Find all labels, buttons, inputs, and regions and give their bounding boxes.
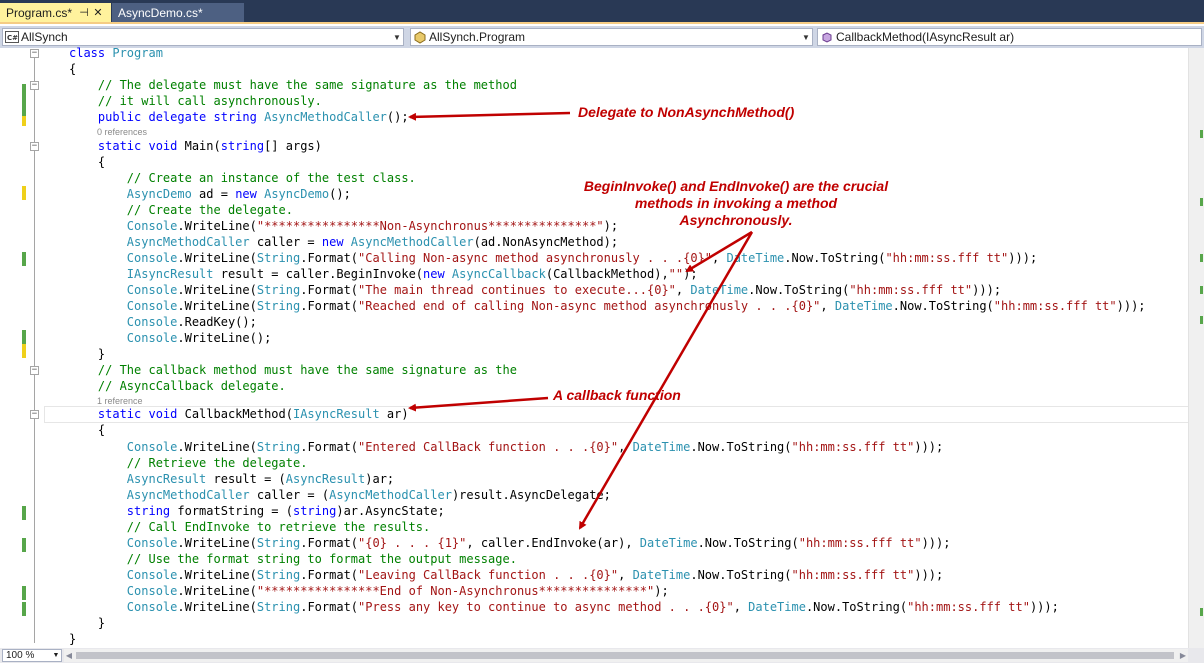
change-marker — [22, 344, 26, 358]
chevron-down-icon[interactable]: ▼ — [391, 33, 403, 42]
collapse-icon[interactable]: − — [30, 410, 39, 419]
code-line: AsyncMethodCaller caller = new AsyncMeth… — [126, 235, 619, 249]
code-line: AsyncResult result = (AsyncResult)ar; — [126, 472, 395, 486]
collapse-icon[interactable]: − — [30, 81, 39, 90]
project-dropdown[interactable]: C# AllSynch ▼ — [2, 28, 404, 46]
collapse-icon[interactable]: − — [30, 366, 39, 375]
member-dropdown[interactable]: CallbackMethod(IAsyncResult ar) — [817, 28, 1202, 46]
change-marker — [22, 186, 26, 200]
code-line: AsyncDemo ad = new AsyncDemo(); — [126, 187, 351, 201]
tab-label: Program.cs* — [6, 5, 73, 20]
code-line: // The delegate must have the same signa… — [69, 78, 517, 92]
annotation-callback: A callback function — [553, 387, 681, 403]
scroll-right-icon[interactable]: ▶ — [1178, 649, 1188, 662]
code-line: Console.WriteLine(String.Format("Reached… — [126, 299, 1146, 313]
editor-margin: − − − − − — [0, 48, 44, 648]
change-marker — [22, 602, 26, 616]
change-marker — [1200, 608, 1203, 616]
annotation-line: BeginInvoke() and EndInvoke() are the cr… — [583, 178, 889, 194]
code-line: Console.WriteLine("****************Non-A… — [126, 219, 619, 233]
document-tab-strip: Program.cs* ⊣ ✕ AsyncDemo.cs* — [0, 0, 1204, 24]
code-line: // Create an instance of the test class. — [69, 171, 416, 185]
code-line: // Call EndInvoke to retrieve the result… — [69, 520, 431, 534]
code-line: // The callback method must have the sam… — [69, 363, 517, 377]
csharp-project-icon: C# — [3, 29, 21, 45]
code-line: // Retrieve the delegate. — [69, 456, 308, 470]
svg-text:C#: C# — [7, 34, 18, 42]
collapse-icon[interactable]: − — [30, 142, 39, 151]
method-icon — [818, 29, 836, 45]
code-line: Console.WriteLine(); — [126, 331, 272, 345]
code-line: IAsyncResult result = caller.BeginInvoke… — [126, 267, 698, 281]
code-line: Console.WriteLine(String.Format("Calling… — [126, 251, 1038, 265]
close-icon[interactable]: ✕ — [91, 6, 105, 19]
change-marker — [1200, 198, 1203, 206]
code-line: { — [69, 62, 77, 76]
navigation-bar: C# AllSynch ▼ AllSynch.Program ▼ Callbac… — [0, 26, 1204, 48]
zoom-dropdown[interactable]: 100 % ▼ — [2, 649, 62, 662]
codelens-references[interactable]: 0 references — [97, 125, 147, 139]
change-marker — [22, 116, 26, 126]
tab-program-cs[interactable]: Program.cs* ⊣ ✕ — [0, 3, 111, 22]
member-name: CallbackMethod(IAsyncResult ar) — [836, 30, 1015, 44]
type-name: AllSynch.Program — [429, 30, 526, 44]
code-line: // AsyncCallback delegate. — [69, 379, 286, 393]
code-line: // Use the format string to format the o… — [69, 552, 517, 566]
tab-asyncdemo-cs[interactable]: AsyncDemo.cs* — [112, 3, 244, 22]
code-line: static void Main(string[] args) — [69, 139, 322, 153]
annotation-begininvoke: BeginInvoke() and EndInvoke() are the cr… — [570, 178, 902, 229]
class-icon — [411, 29, 429, 45]
change-marker — [1200, 286, 1203, 294]
change-marker — [22, 330, 26, 344]
annotation-line: methods in invoking a method — [634, 195, 838, 211]
vertical-scrollbar[interactable] — [1188, 48, 1204, 648]
code-line: AsyncMethodCaller caller = (AsyncMethodC… — [126, 488, 611, 502]
change-marker — [22, 538, 26, 552]
code-line: Console.WriteLine(String.Format("Leaving… — [126, 568, 944, 582]
code-line: Console.WriteLine(String.Format("Entered… — [126, 440, 944, 454]
code-line: // Create the delegate. — [69, 203, 293, 217]
code-line: Console.WriteLine(String.Format("{0} . .… — [126, 536, 951, 550]
code-line: } — [69, 347, 106, 361]
scroll-left-icon[interactable]: ◀ — [64, 649, 74, 662]
chevron-down-icon[interactable]: ▼ — [800, 33, 812, 42]
code-line: Console.WriteLine(String.Format("The mai… — [126, 283, 1002, 297]
code-line: Console.ReadKey(); — [126, 315, 257, 329]
code-editor[interactable]: − − − − − class Program { // The delegat… — [0, 46, 1204, 648]
change-marker — [1200, 254, 1203, 262]
annotation-delegate: Delegate to NonAsynchMethod() — [578, 104, 795, 120]
change-marker — [22, 506, 26, 520]
editor-bottom-bar: 100 % ▼ ◀ ▶ — [0, 648, 1204, 663]
code-line: } — [69, 616, 106, 630]
horizontal-scrollbar[interactable]: ◀ ▶ — [64, 649, 1188, 662]
pin-icon[interactable]: ⊣ — [77, 6, 91, 19]
change-marker — [22, 586, 26, 600]
scrollbar-thumb[interactable] — [76, 652, 1174, 659]
zoom-level: 100 % — [6, 650, 35, 661]
collapse-icon[interactable]: − — [30, 49, 39, 58]
chevron-down-icon[interactable]: ▼ — [51, 652, 61, 659]
annotation-line: Asynchronously. — [679, 212, 793, 228]
code-line: } — [69, 632, 77, 646]
code-line: public delegate string AsyncMethodCaller… — [69, 110, 409, 124]
code-line: string formatString = (string)ar.AsyncSt… — [126, 504, 445, 518]
project-name: AllSynch — [21, 30, 68, 44]
code-line: { — [69, 155, 106, 169]
code-line: Console.WriteLine("****************End o… — [126, 584, 669, 598]
code-line: class Program — [69, 46, 163, 60]
code-line: // it will call asynchronously. — [69, 94, 322, 108]
type-dropdown[interactable]: AllSynch.Program ▼ — [410, 28, 813, 46]
change-marker — [1200, 130, 1203, 138]
change-marker — [22, 252, 26, 266]
change-marker — [22, 84, 26, 116]
code-line: static void CallbackMethod(IAsyncResult … — [69, 407, 409, 421]
code-line: { — [69, 423, 106, 437]
tab-label: AsyncDemo.cs* — [118, 5, 203, 20]
change-marker — [1200, 316, 1203, 324]
code-line: Console.WriteLine(String.Format("Press a… — [126, 600, 1059, 614]
